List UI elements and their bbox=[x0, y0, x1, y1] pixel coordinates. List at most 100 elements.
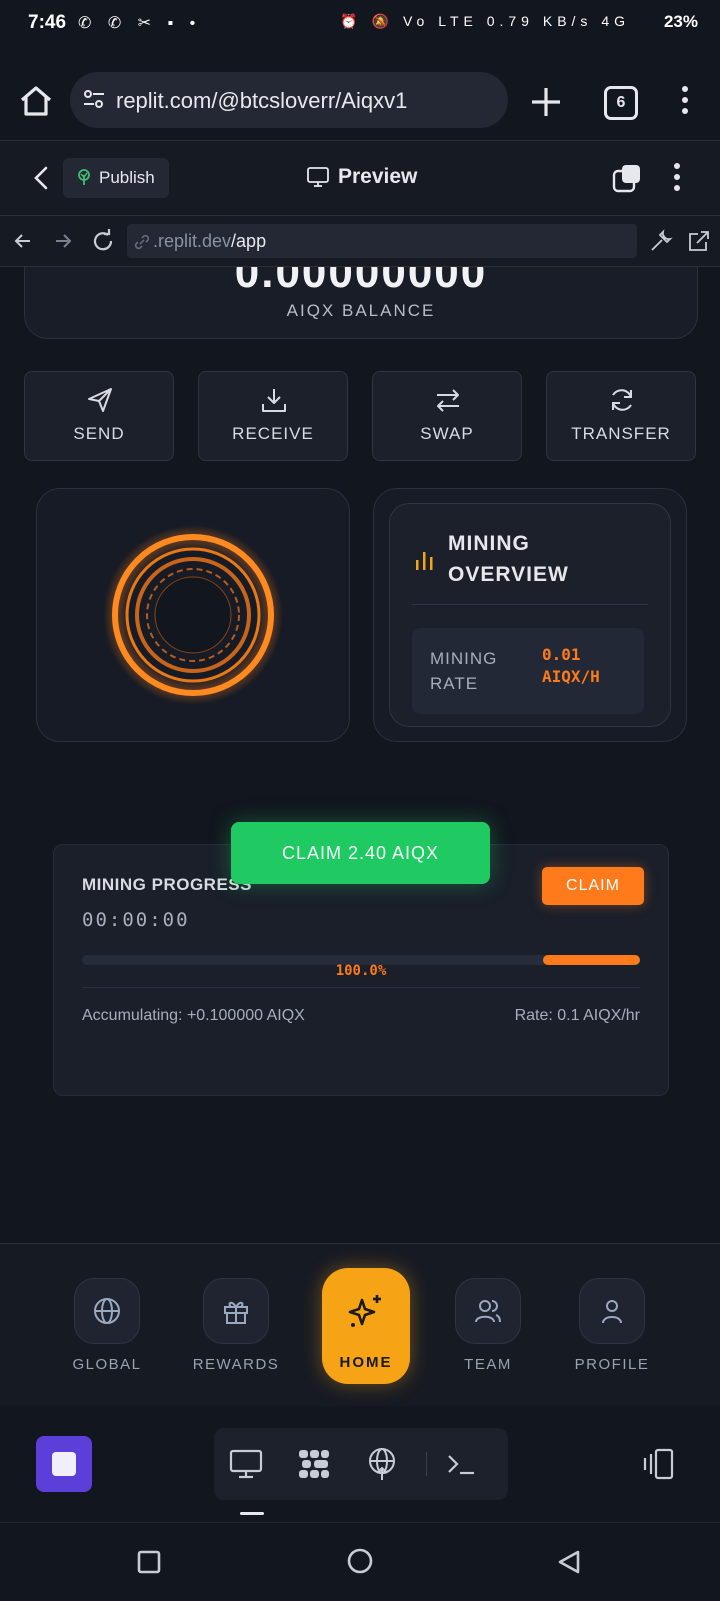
send-icon bbox=[88, 388, 112, 412]
accumulating-text: Accumulating: +0.100000 AIQX bbox=[82, 1007, 305, 1024]
panel-layout-icon[interactable] bbox=[640, 1446, 676, 1482]
claim-button[interactable]: CLAIM bbox=[542, 867, 644, 905]
windows-switch-icon[interactable] bbox=[612, 163, 642, 193]
devtools-wrench-icon[interactable] bbox=[648, 228, 674, 254]
url-bar[interactable]: replit.com/@btcsloverr/Aiqxv1 bbox=[70, 72, 508, 128]
nav-team-label: TEAM bbox=[464, 1356, 512, 1373]
mining-overview-card: MINING OVERVIEW MINING RATE 0.01 AIQX/H bbox=[373, 488, 687, 742]
system-status-icons: ⏰ 🔕 Vo LTE 0.79 KB/s 4G bbox=[340, 13, 630, 29]
new-tab-icon[interactable] bbox=[528, 84, 564, 120]
mining-orb-card bbox=[36, 488, 350, 742]
download-icon bbox=[262, 389, 286, 412]
system-home-icon[interactable] bbox=[346, 1547, 374, 1575]
preview-label: Preview bbox=[338, 165, 418, 188]
nav-global-label: GLOBAL bbox=[72, 1356, 142, 1373]
transfer-button[interactable]: TRANSFER bbox=[546, 371, 696, 461]
publish-button[interactable]: Publish bbox=[63, 158, 169, 198]
mining-overview-panel: MINING OVERVIEW MINING RATE 0.01 AIQX/H bbox=[389, 503, 671, 727]
nav-global-button[interactable] bbox=[74, 1278, 140, 1344]
active-tool-indicator bbox=[240, 1512, 264, 1515]
stop-button[interactable] bbox=[36, 1436, 92, 1492]
nav-home[interactable]: HOME bbox=[322, 1268, 410, 1384]
nav-rewards-label: REWARDS bbox=[192, 1356, 280, 1373]
mining-overview-title: MINING OVERVIEW bbox=[448, 532, 569, 586]
send-label: SEND bbox=[73, 424, 125, 443]
status-bar: 7:46 ✆ ✆ ✂ ▪ • ⏰ 🔕 Vo LTE 0.79 KB/s 4G 2… bbox=[0, 0, 720, 46]
nav-home-label: HOME bbox=[339, 1354, 393, 1371]
refresh-icon bbox=[612, 389, 632, 411]
reload-icon[interactable] bbox=[90, 228, 116, 254]
nav-team[interactable]: TEAM bbox=[443, 1278, 533, 1373]
sparkle-icon bbox=[348, 1295, 381, 1327]
replit-menu-icon[interactable] bbox=[673, 163, 681, 196]
status-time: 7:46 bbox=[28, 12, 67, 33]
nav-rewards-button[interactable] bbox=[203, 1278, 269, 1344]
browser-toolbar: replit.com/@btcsloverr/Aiqxv1 6 bbox=[0, 46, 720, 141]
terminal-icon[interactable] bbox=[444, 1446, 480, 1482]
home-icon[interactable] bbox=[18, 84, 54, 118]
publish-label: Publish bbox=[99, 168, 155, 187]
swap-button[interactable]: SWAP bbox=[372, 371, 522, 461]
preview-monitor-icon[interactable] bbox=[228, 1446, 264, 1482]
recents-icon[interactable] bbox=[136, 1549, 162, 1575]
swap-icon bbox=[437, 389, 459, 412]
bottom-nav: GLOBAL REWARDS HOME TEAM PROFILE bbox=[0, 1243, 720, 1406]
stop-icon bbox=[52, 1452, 76, 1476]
nav-rewards[interactable]: REWARDS bbox=[191, 1278, 281, 1373]
mining-rate-value: 0.01 AIQX/H bbox=[542, 645, 600, 686]
system-back-icon[interactable] bbox=[556, 1549, 582, 1575]
globe-icon bbox=[94, 1298, 120, 1324]
mining-orb-icon[interactable] bbox=[103, 525, 283, 705]
nav-profile[interactable]: PROFILE bbox=[567, 1278, 657, 1373]
bar-chart-icon bbox=[416, 552, 433, 570]
site-settings-icon[interactable] bbox=[82, 87, 106, 111]
mining-rate-key: MINING RATE bbox=[430, 649, 498, 693]
replit-toolbar bbox=[0, 1406, 720, 1522]
tab-count-button[interactable]: 6 bbox=[604, 86, 638, 120]
replit-tool-group bbox=[214, 1428, 508, 1515]
progress-divider bbox=[82, 987, 640, 988]
balance-amount: 0.00000000 bbox=[234, 267, 488, 297]
nav-team-button[interactable] bbox=[455, 1278, 521, 1344]
battery-level: 23% bbox=[663, 12, 698, 31]
preview-url: .replit.dev/app bbox=[153, 231, 267, 251]
browser-menu-icon[interactable] bbox=[681, 86, 689, 119]
claim-reward-banner[interactable]: CLAIM 2.40 AIQX bbox=[231, 822, 490, 884]
mining-progress-title: MINING PROGRESS bbox=[82, 875, 252, 894]
preview-address-field[interactable]: .replit.dev/app bbox=[127, 224, 637, 258]
replit-header: Publish Preview bbox=[0, 141, 720, 216]
publish-icon bbox=[78, 169, 90, 185]
deploy-globe-icon[interactable] bbox=[364, 1446, 400, 1482]
system-nav-bar bbox=[0, 1522, 720, 1601]
back-chevron-icon[interactable] bbox=[30, 163, 52, 193]
url-text: replit.com/@btcsloverr/Aiqxv1 bbox=[116, 88, 408, 113]
receive-button[interactable]: RECEIVE bbox=[198, 371, 348, 461]
gift-icon bbox=[224, 1301, 248, 1324]
send-button[interactable]: SEND bbox=[24, 371, 174, 461]
balance-card: 0.00000000 AIQX BALANCE bbox=[24, 267, 698, 339]
nav-profile-button[interactable] bbox=[579, 1278, 645, 1344]
notification-icons: ✆ ✆ ✂ ▪ • bbox=[78, 15, 202, 32]
nav-global[interactable]: GLOBAL bbox=[62, 1278, 152, 1373]
mining-rate-box: MINING RATE 0.01 AIQX/H bbox=[412, 628, 644, 714]
nav-profile-label: PROFILE bbox=[574, 1356, 650, 1373]
rate-text: Rate: 0.1 AIQX/hr bbox=[514, 1007, 640, 1024]
balance-label: AIQX BALANCE bbox=[286, 301, 436, 320]
agent-icon[interactable] bbox=[296, 1446, 332, 1482]
open-external-icon[interactable] bbox=[686, 228, 712, 254]
preview-address-row: .replit.dev/app bbox=[0, 216, 720, 267]
transfer-label: TRANSFER bbox=[571, 424, 671, 443]
forward-arrow-icon[interactable] bbox=[50, 228, 76, 254]
receive-label: RECEIVE bbox=[232, 424, 314, 443]
overview-divider bbox=[412, 604, 648, 605]
tool-divider bbox=[426, 1452, 427, 1476]
link-icon bbox=[134, 234, 150, 250]
user-icon bbox=[602, 1300, 622, 1324]
back-arrow-icon[interactable] bbox=[10, 228, 36, 254]
mining-timer: 00:00:00 bbox=[82, 909, 190, 931]
progress-percent: 100.0% bbox=[335, 963, 387, 979]
monitor-icon bbox=[307, 167, 329, 187]
app-preview: 0.00000000 AIQX BALANCE SEND RECEIVE SWA… bbox=[0, 267, 720, 1242]
team-icon bbox=[475, 1300, 501, 1323]
swap-label: SWAP bbox=[420, 424, 474, 443]
